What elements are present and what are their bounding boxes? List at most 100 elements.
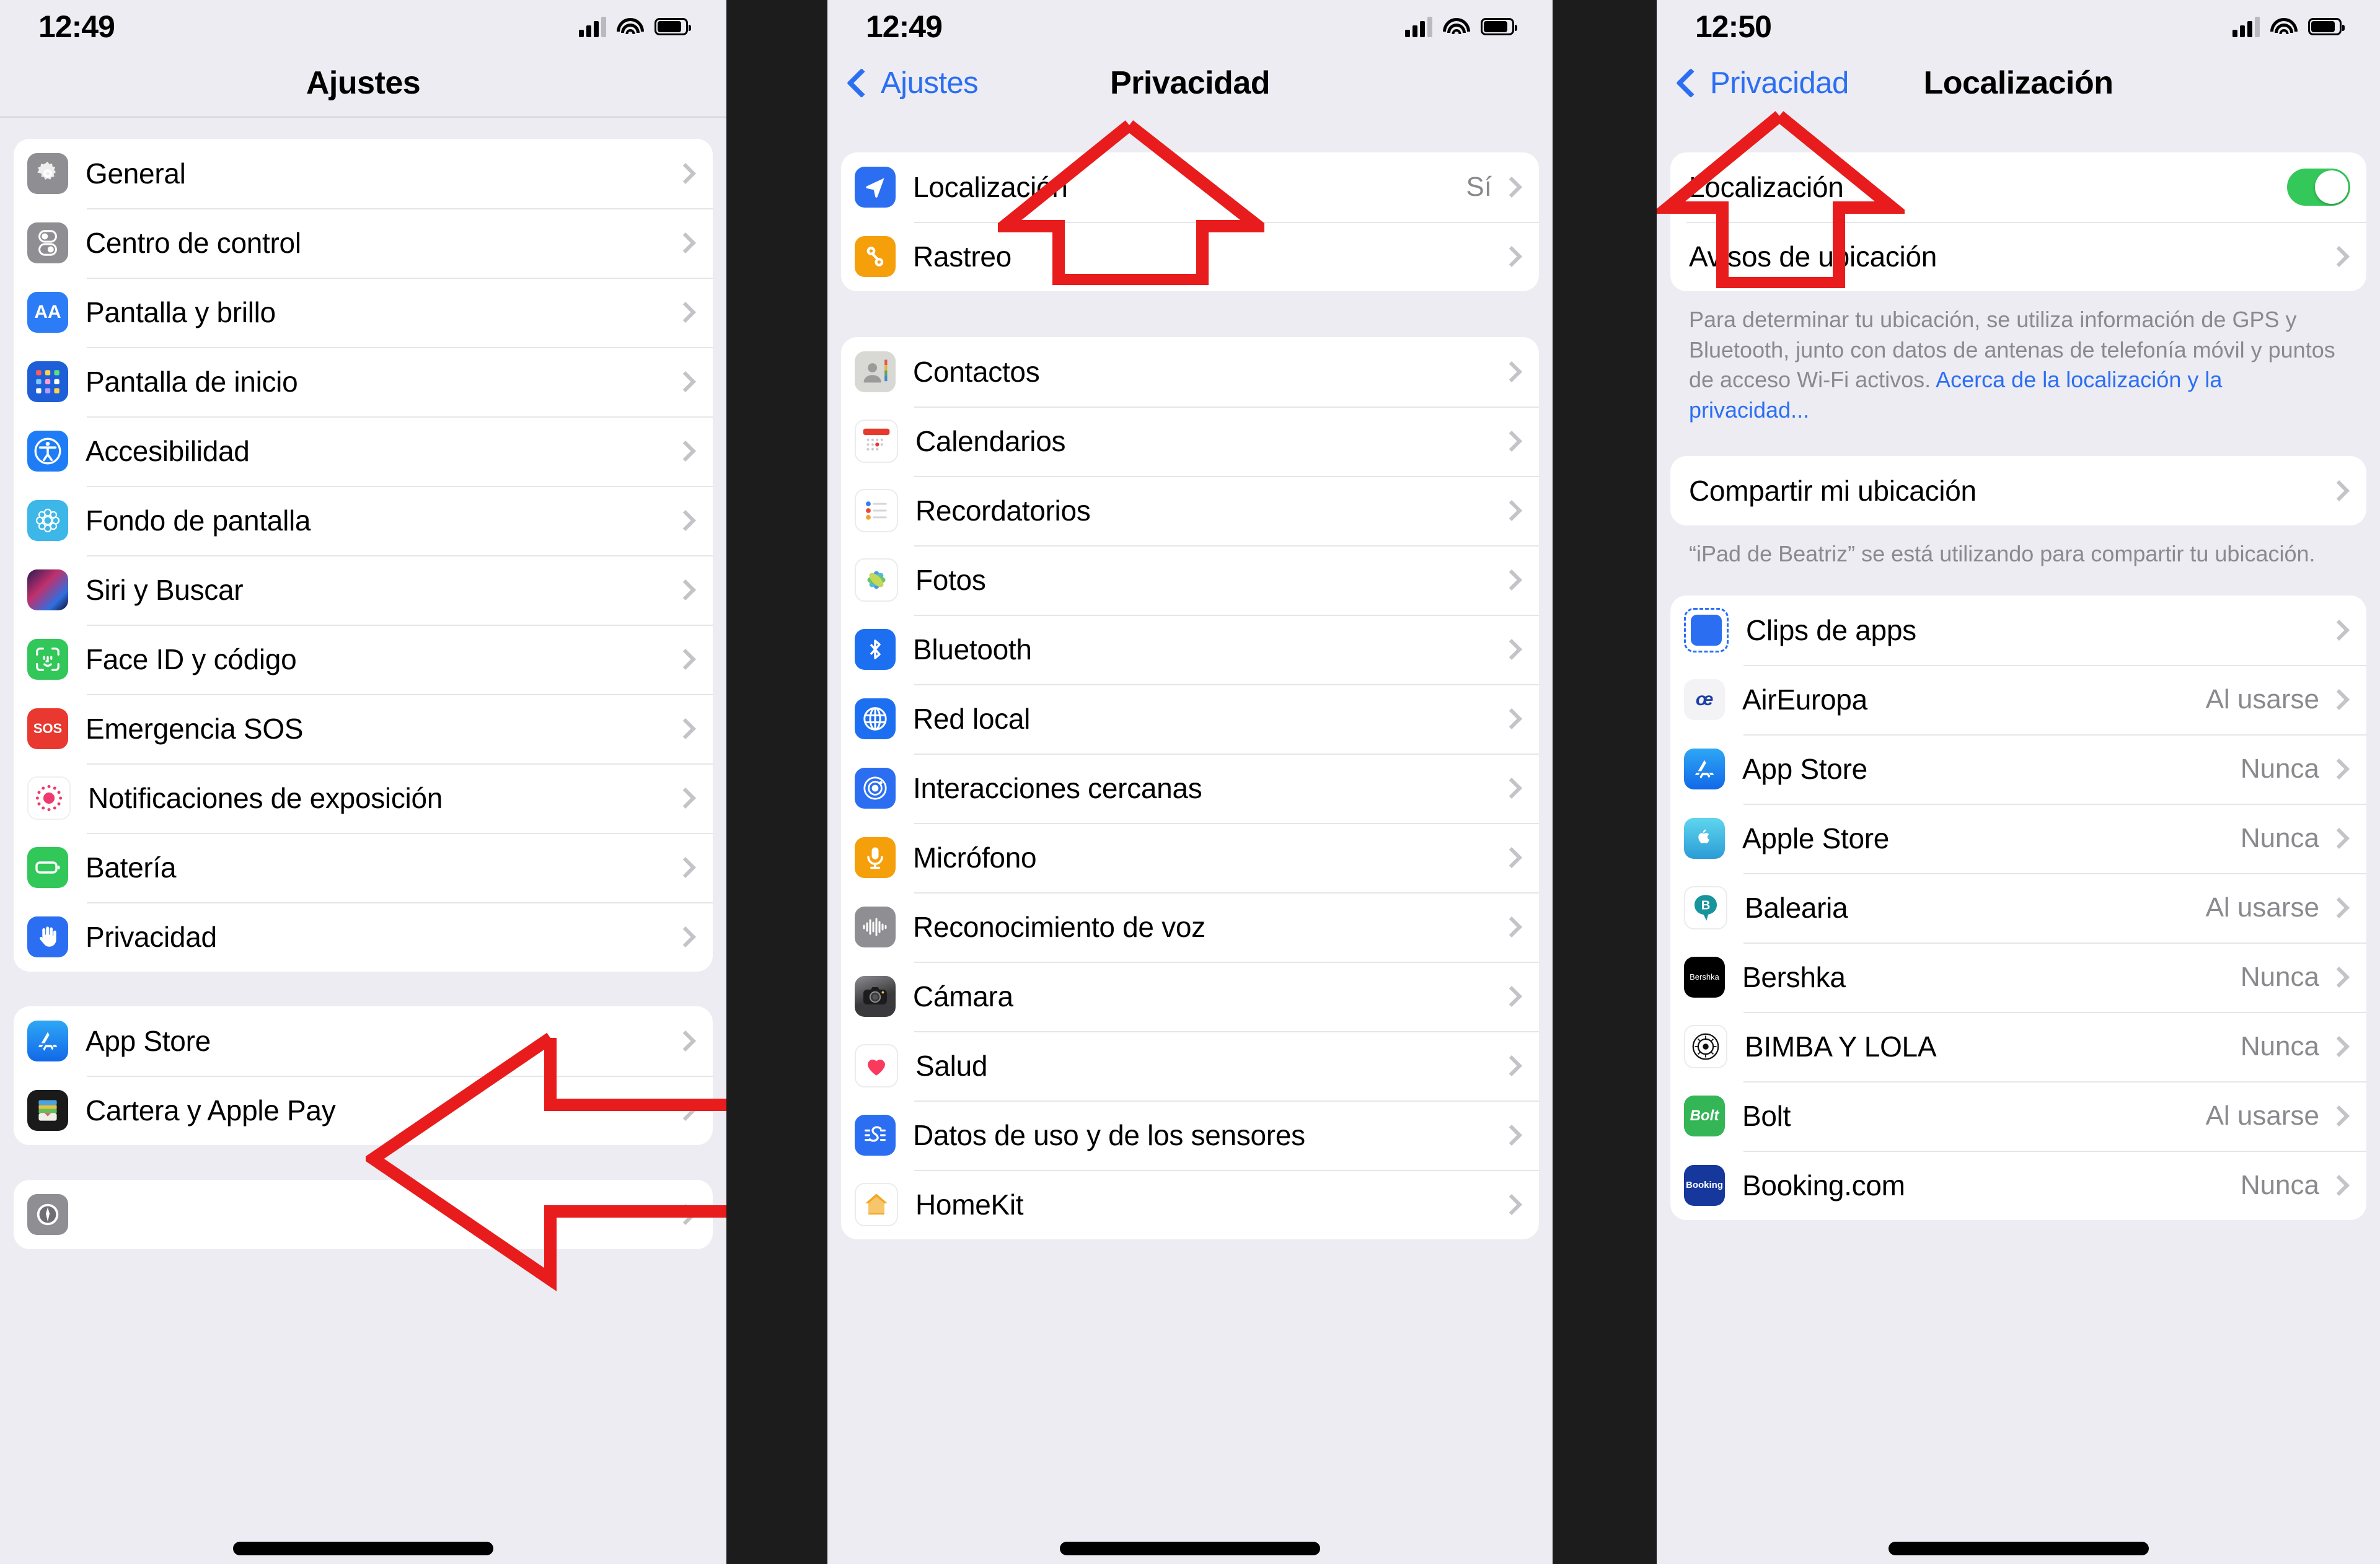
back-button[interactable]: Ajustes <box>846 66 979 100</box>
row-label: Face ID y código <box>86 643 297 675</box>
page-title: Localización <box>1923 65 2113 101</box>
row-label: Clips de apps <box>1746 613 1916 646</box>
row-app-store[interactable]: App Store <box>14 1006 713 1076</box>
page-title: Ajustes <box>306 65 421 101</box>
row-pantalla-y-brillo[interactable]: AA Pantalla y brillo <box>14 278 713 347</box>
wifi-icon <box>617 17 644 37</box>
row-bluetooth[interactable]: Bluetooth <box>841 615 1539 684</box>
row-apple-store[interactable]: Apple Store Nunca <box>1670 803 2366 873</box>
row-label: Red local <box>913 703 1031 735</box>
home-indicator <box>1888 1542 2149 1555</box>
settings-group-apps <box>14 1180 713 1249</box>
row-label: Calendarios <box>915 425 1066 457</box>
row-label: Interacciones cercanas <box>913 772 1202 804</box>
row-notificaciones-de-exposicion[interactable]: Notificaciones de exposición <box>14 763 713 833</box>
row-localizacion[interactable]: Localización Sí <box>841 152 1539 222</box>
row-fondo-de-pantalla[interactable]: Fondo de pantalla <box>14 486 713 555</box>
privacy-list[interactable]: Localización Sí Rastreo Contactos Calend… <box>827 116 1553 1564</box>
row-datos-de-uso-sensores[interactable]: Datos de uso y de los sensores <box>841 1101 1539 1170</box>
row-salud[interactable]: Salud <box>841 1031 1539 1101</box>
row-label: HomeKit <box>915 1188 1024 1221</box>
apple-store-icon <box>1684 817 1725 859</box>
row-red-local[interactable]: Red local <box>841 684 1539 753</box>
row-reconocimiento-de-voz[interactable]: Reconocimiento de voz <box>841 892 1539 962</box>
row-partial-app[interactable] <box>14 1180 713 1249</box>
chevron-right-icon <box>2329 480 2350 502</box>
share-location-group: Compartir mi ubicación <box>1670 456 2366 526</box>
nav-bar: Ajustes Privacidad <box>827 50 1553 116</box>
row-fotos[interactable]: Fotos <box>841 545 1539 615</box>
row-recordatorios[interactable]: Recordatorios <box>841 476 1539 545</box>
row-homekit[interactable]: HomeKit <box>841 1170 1539 1239</box>
row-value: Al usarse <box>2205 1100 2319 1131</box>
row-label: Booking.com <box>1742 1169 1905 1202</box>
row-bershka[interactable]: Bershka Bershka Nunca <box>1670 942 2366 1012</box>
chevron-right-icon <box>1501 431 1522 452</box>
row-label: Localización <box>1689 171 1844 203</box>
row-camara[interactable]: Cámara <box>841 962 1539 1031</box>
battery-icon <box>1481 18 1517 35</box>
row-rastreo[interactable]: Rastreo <box>841 222 1539 291</box>
row-value: Al usarse <box>2205 683 2319 714</box>
row-interacciones-cercanas[interactable]: Interacciones cercanas <box>841 753 1539 823</box>
row-clips-de-apps[interactable]: Clips de apps <box>1670 595 2366 665</box>
row-accesibilidad[interactable]: Accesibilidad <box>14 416 713 486</box>
row-localizacion-toggle[interactable]: Localización <box>1670 152 2366 222</box>
chevron-right-icon <box>2329 758 2350 780</box>
location-services-toggle[interactable] <box>2287 169 2350 206</box>
row-avisos-de-ubicacion[interactable]: Avisos de ubicación <box>1670 222 2366 291</box>
location-arrow-icon <box>855 167 896 208</box>
row-balearia[interactable]: B Balearia Al usarse <box>1670 872 2366 942</box>
row-label: Siri y Buscar <box>86 574 244 606</box>
chevron-right-icon <box>675 926 696 947</box>
page-title: Privacidad <box>1109 65 1271 101</box>
row-app-store[interactable]: App Store Nunca <box>1670 734 2366 804</box>
home-indicator <box>1060 1542 1320 1555</box>
app-clips-icon <box>1684 607 1729 652</box>
row-calendarios[interactable]: Calendarios <box>841 406 1539 476</box>
row-label: Recordatorios <box>915 494 1091 527</box>
battery-settings-icon <box>27 847 68 888</box>
toggle-knob <box>2315 170 2348 204</box>
row-general[interactable]: General <box>14 139 713 208</box>
row-centro-de-control[interactable]: Centro de control <box>14 208 713 278</box>
chevron-right-icon <box>2329 246 2350 267</box>
row-cartera-apple-pay[interactable]: Cartera y Apple Pay <box>14 1076 713 1145</box>
row-label: Bershka <box>1742 960 1846 993</box>
chevron-right-icon <box>1501 778 1522 799</box>
chevron-right-icon <box>2329 1105 2350 1127</box>
chevron-left-icon <box>846 68 877 99</box>
back-button[interactable]: Privacidad <box>1675 66 1849 100</box>
chevron-left-icon <box>1675 68 1706 99</box>
row-bateria[interactable]: Batería <box>14 833 713 902</box>
row-aireuropa[interactable]: œ AirEuropa Al usarse <box>1670 664 2366 734</box>
row-label: Avisos de ubicación <box>1689 240 1937 273</box>
control-center-icon <box>27 222 68 263</box>
row-pantalla-de-inicio[interactable]: Pantalla de inicio <box>14 347 713 416</box>
row-label: Accesibilidad <box>86 435 250 467</box>
row-emergencia-sos[interactable]: SOS Emergencia SOS <box>14 694 713 763</box>
chevron-right-icon <box>1501 639 1522 660</box>
settings-gear-icon <box>27 153 68 194</box>
panel-divider-2 <box>1553 0 1657 1564</box>
battery-icon <box>2308 18 2345 35</box>
siri-icon <box>27 569 68 610</box>
chevron-right-icon <box>675 1030 696 1052</box>
row-bimba-y-lola[interactable]: BIMBA Y LOLA Nunca <box>1670 1011 2366 1081</box>
chevron-right-icon <box>675 441 696 462</box>
settings-list[interactable]: General Centro de control AA Pantalla y … <box>0 118 726 1564</box>
location-list[interactable]: Localización Avisos de ubicación Para de… <box>1657 116 2380 1564</box>
sensor-data-icon <box>855 1115 896 1156</box>
row-value: Nunca <box>2240 961 2319 992</box>
row-bolt[interactable]: Bolt Bolt Al usarse <box>1670 1081 2366 1151</box>
row-booking[interactable]: Booking Booking.com Nunca <box>1670 1150 2366 1220</box>
row-compartir-mi-ubicacion[interactable]: Compartir mi ubicación <box>1670 456 2366 525</box>
row-siri-y-buscar[interactable]: Siri y Buscar <box>14 555 713 625</box>
nearby-interactions-icon <box>855 768 896 809</box>
row-microfono[interactable]: Micrófono <box>841 823 1539 892</box>
row-contactos[interactable]: Contactos <box>841 337 1539 406</box>
row-face-id[interactable]: Face ID y código <box>14 625 713 694</box>
row-privacidad[interactable]: Privacidad <box>14 902 713 972</box>
row-value: Nunca <box>2240 1030 2319 1061</box>
microphone-icon <box>855 837 896 878</box>
